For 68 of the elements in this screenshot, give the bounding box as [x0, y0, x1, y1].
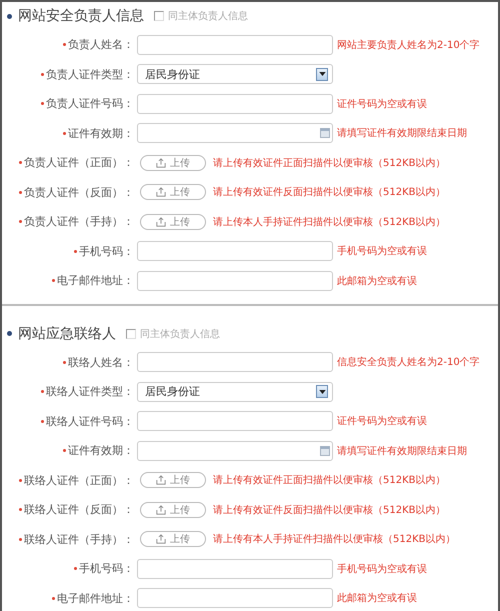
calendar-icon[interactable]: [320, 446, 330, 456]
error-hint: 网站主要负责人姓名为2-10个字: [337, 38, 480, 52]
error-hint: 请填写证件有效期限结束日期: [337, 444, 467, 458]
input-field[interactable]: [137, 558, 333, 579]
error-hint: 请上传有效证件反面扫描件以便审核（512KB以内）: [213, 504, 446, 517]
error-hint: 请上传本人手持证件扫描件以便审核（512KB以内）: [213, 216, 446, 229]
upload-button[interactable]: 上传: [140, 154, 206, 171]
error-hint: 此邮箱为空或有误: [337, 274, 417, 288]
upload-icon: [156, 504, 166, 515]
bullet-icon: [7, 14, 12, 18]
error-hint: 证件号码为空或有误: [337, 98, 427, 111]
error-hint: 请上传有效证件正面扫描件以便审核（512KB以内）: [213, 474, 446, 488]
error-hint: 手机号码为空或有误: [337, 562, 427, 576]
error-hint: 请上传有本人手持证件扫描件以便审核（512KB以内）: [213, 532, 456, 546]
bullet-icon: [7, 331, 12, 336]
field-label: 电子邮件地址：: [57, 273, 134, 288]
checkbox[interactable]: [126, 328, 136, 338]
upload-button[interactable]: 上传: [140, 502, 206, 518]
checkbox-label: 同主体负责人信息: [140, 328, 220, 340]
error-hint: 手机号码为空或有误: [337, 244, 427, 258]
field-label: 联络人证件（手持）：: [24, 532, 134, 547]
input-field[interactable]: [137, 94, 333, 114]
upload-icon: [156, 475, 166, 486]
error-hint: 此邮箱为空或有误: [337, 592, 417, 606]
error-hint: 请上传有效证件正面扫描件以便审核（512KB以内）: [213, 156, 446, 170]
select-field[interactable]: 居民身份证: [137, 64, 333, 84]
checkbox-label: 同主体负责人信息: [168, 10, 248, 23]
section-title: 网站应急联络人: [18, 324, 116, 342]
input-field[interactable]: [137, 411, 333, 432]
input-field[interactable]: [137, 352, 333, 372]
upload-button[interactable]: 上传: [140, 214, 206, 230]
error-hint: 信息安全负责人姓名为2-10个字: [337, 356, 480, 370]
field-label: 联络人证件（反面）：: [24, 502, 134, 518]
section-title: 网站安全负责人信息: [18, 7, 144, 25]
field-label: 负责人证件号码：: [46, 96, 134, 112]
upload-icon: [156, 187, 166, 198]
field-label: 联络人证件类型：: [46, 384, 134, 400]
input-field[interactable]: [137, 270, 333, 291]
error-hint: 证件号码为空或有误: [337, 414, 427, 428]
error-hint: 请填写证件有效期限结束日期: [337, 126, 467, 140]
error-hint: 请上传有效证件反面扫描件以便审核（512KB以内）: [213, 186, 446, 200]
field-label: 负责人姓名：: [68, 37, 134, 52]
input-field[interactable]: [137, 588, 333, 608]
field-label: 负责人证件（手持）：: [24, 214, 134, 230]
upload-icon: [156, 216, 166, 227]
field-label: 证件有效期：: [68, 126, 134, 141]
upload-button[interactable]: 上传: [140, 472, 206, 488]
upload-icon: [156, 158, 166, 168]
select-field[interactable]: 居民身份证: [137, 382, 333, 402]
date-field[interactable]: [137, 440, 333, 461]
field-label: 手机号码：: [79, 244, 134, 259]
field-label: 证件有效期：: [68, 443, 134, 458]
field-label: 联络人姓名：: [68, 354, 134, 370]
input-field[interactable]: [137, 34, 333, 55]
field-label: 负责人证件（反面）：: [24, 184, 134, 200]
upload-button[interactable]: 上传: [140, 531, 206, 548]
input-field[interactable]: [137, 241, 333, 262]
field-label: 手机号码：: [79, 561, 134, 576]
checkbox[interactable]: [154, 11, 164, 21]
field-label: 负责人证件类型：: [46, 66, 134, 82]
date-field[interactable]: [137, 123, 333, 144]
upload-icon: [156, 534, 166, 544]
field-label: 电子邮件地址：: [57, 590, 134, 606]
field-label: 负责人证件（正面）：: [24, 155, 134, 170]
field-label: 联络人证件（正面）：: [24, 472, 134, 488]
upload-button[interactable]: 上传: [140, 184, 206, 200]
field-label: 联络人证件号码：: [46, 414, 134, 429]
calendar-icon[interactable]: [320, 128, 330, 138]
